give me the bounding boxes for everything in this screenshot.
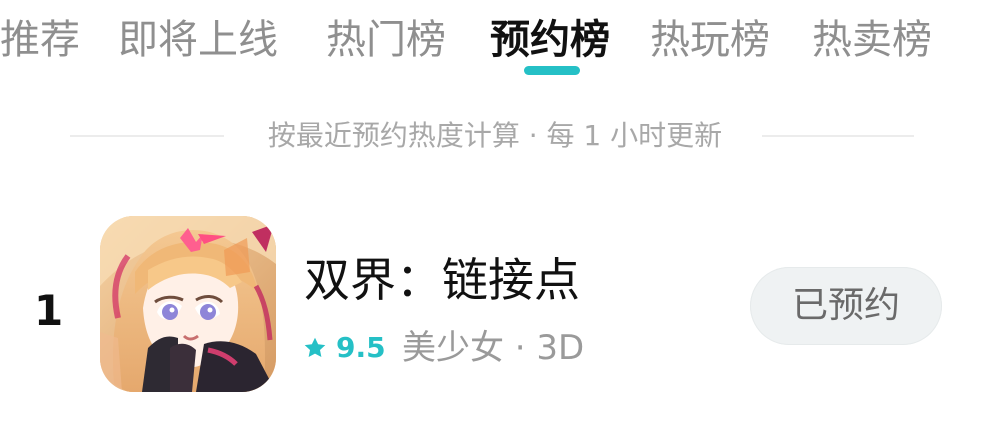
rating-value: 9.5 bbox=[336, 331, 386, 364]
tab-hot-played[interactable]: 热玩榜 bbox=[650, 12, 770, 68]
app-tags: 美少女 · 3D bbox=[402, 328, 585, 368]
ranking-update-text: 按最近预约热度计算 · 每 1 小时更新 bbox=[267, 119, 723, 152]
left-divider-line bbox=[70, 135, 224, 137]
star-icon bbox=[304, 337, 326, 357]
rank-number: 1 bbox=[34, 286, 64, 335]
list-item[interactable]: 1 双界：链接点 9.5 美少女 · 3D 已预约 bbox=[0, 210, 986, 400]
right-divider-line bbox=[762, 135, 914, 137]
update-note: 按最近预约热度计算 · 每 1 小时更新 bbox=[0, 116, 986, 156]
reserved-button[interactable]: 已预约 bbox=[750, 267, 942, 345]
active-tab-indicator bbox=[524, 66, 580, 75]
app-title: 双界：链接点 bbox=[304, 253, 580, 307]
anime-girl-icon bbox=[100, 216, 276, 392]
top-tab-bar: 推荐 即将上线 热门榜 预约榜 热玩榜 热卖榜 bbox=[0, 12, 986, 82]
tab-reservation[interactable]: 预约榜 bbox=[490, 12, 610, 68]
app-icon[interactable] bbox=[100, 216, 276, 392]
tab-upcoming[interactable]: 即将上线 bbox=[118, 12, 278, 68]
tab-hot[interactable]: 热门榜 bbox=[326, 12, 446, 68]
tab-recommend[interactable]: 推荐 bbox=[0, 12, 80, 68]
tab-hot-selling[interactable]: 热卖榜 bbox=[812, 12, 932, 68]
